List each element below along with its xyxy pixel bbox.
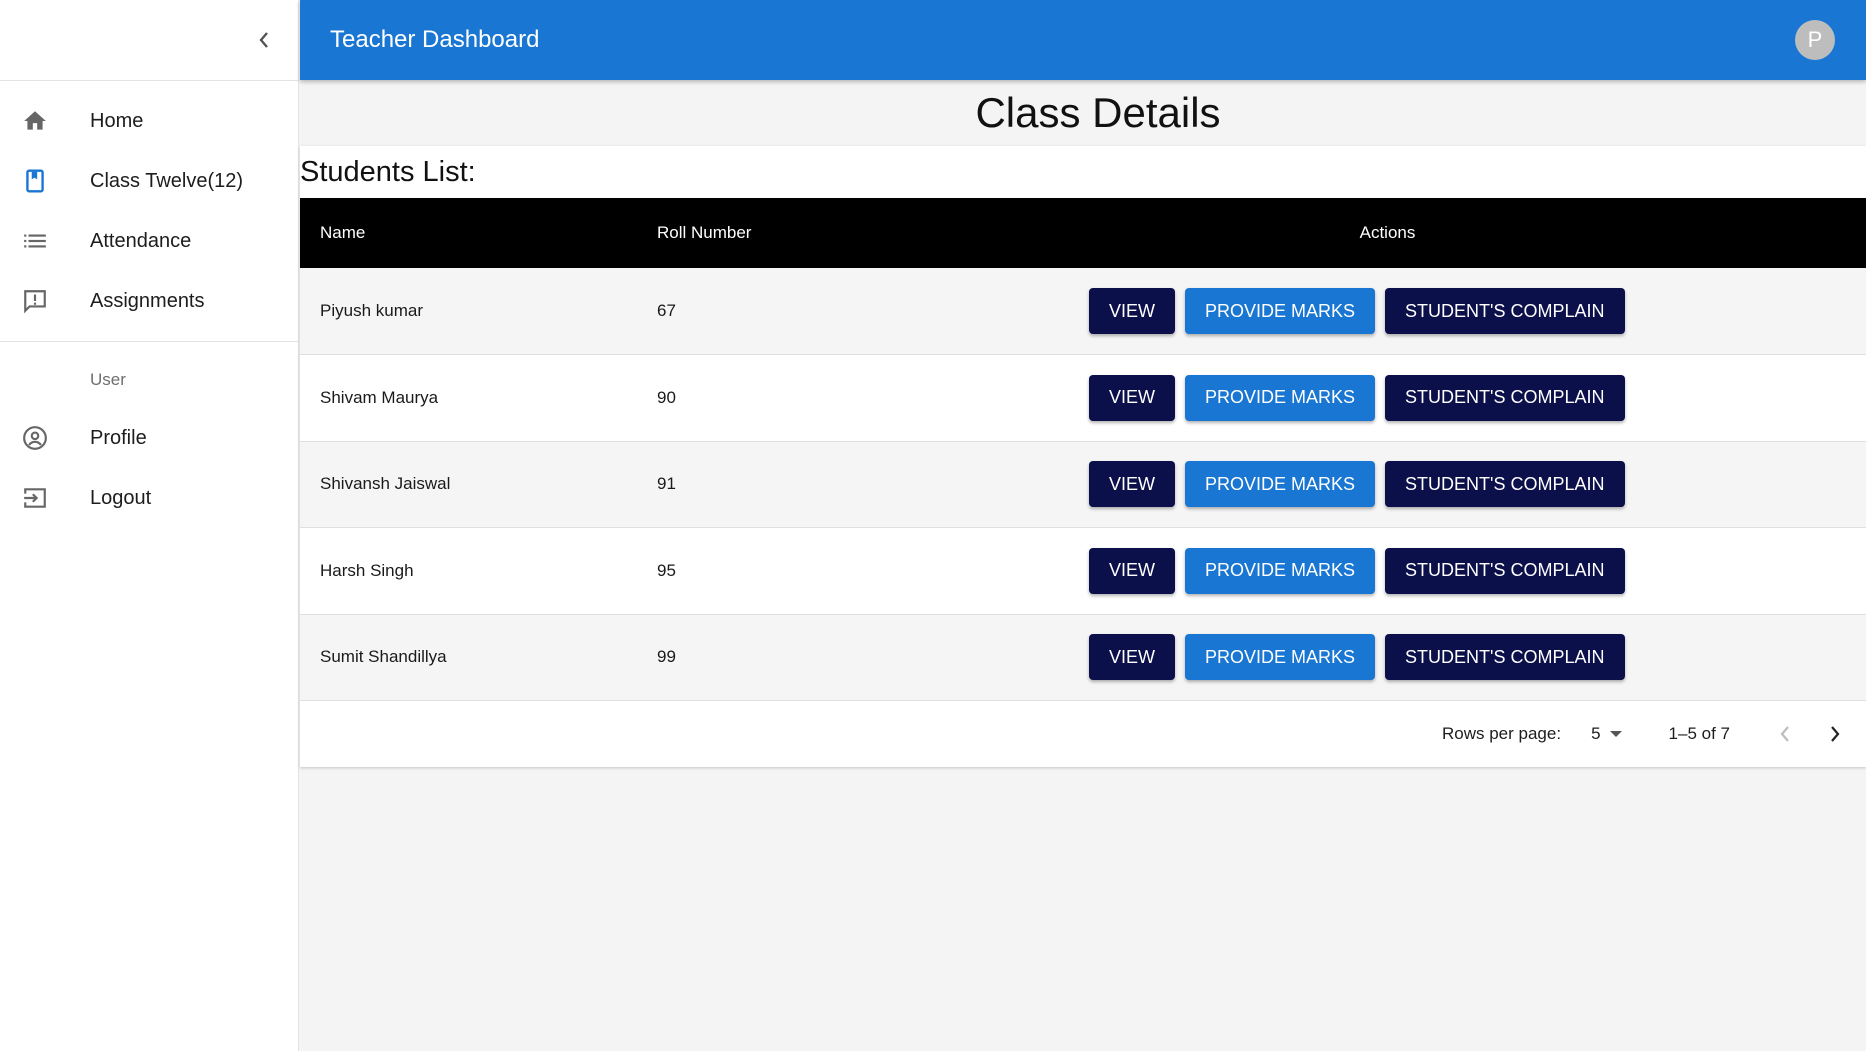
provide-marks-button[interactable]: PROVIDE MARKS	[1185, 547, 1376, 594]
table-row: Sumit Shandillya 99 VIEW PROVIDE MARKS S…	[300, 614, 1866, 701]
student-roll: 90	[657, 387, 676, 407]
chevron-left-icon	[259, 32, 268, 48]
avatar-initial: P	[1807, 27, 1823, 52]
view-button[interactable]: VIEW	[1089, 634, 1176, 681]
student-name: Shivansh Jaiswal	[320, 474, 451, 494]
column-header-name: Name	[320, 223, 366, 242]
row-actions: VIEW PROVIDE MARKS STUDENT'S COMPLAIN	[1089, 614, 1866, 701]
class-icon	[0, 168, 90, 194]
table-row: Shivansh Jaiswal 91 VIEW PROVIDE MARKS S…	[300, 441, 1866, 528]
sidebar-item-label: Home	[90, 109, 144, 132]
sidebar-header	[0, 0, 298, 81]
logout-icon	[0, 485, 90, 511]
chevron-right-icon	[1831, 726, 1840, 742]
rows-per-page-value: 5	[1591, 724, 1601, 743]
app-title: Teacher Dashboard	[330, 26, 540, 53]
main-content: Class Details Students List: Name Roll N…	[300, 80, 1866, 767]
view-button[interactable]: VIEW	[1089, 374, 1176, 421]
row-actions: VIEW PROVIDE MARKS STUDENT'S COMPLAIN	[1089, 441, 1866, 528]
sidebar-item-label: Class Twelve(12)	[90, 169, 244, 192]
student-name: Sumit Shandillya	[320, 647, 447, 667]
main-nav: Home Class Twelve(12) Attendance Assignm…	[0, 91, 298, 331]
sidebar-item-label: Logout	[90, 486, 152, 509]
sidebar-item-logout[interactable]: Logout	[0, 468, 298, 528]
table-pagination: Rows per page: 5 1–5 of 7	[300, 701, 1866, 767]
view-button[interactable]: VIEW	[1089, 547, 1176, 594]
student-roll: 67	[657, 301, 676, 320]
previous-page-button[interactable]	[1768, 717, 1802, 751]
table-row: Piyush kumar 67 VIEW PROVIDE MARKS STUDE…	[300, 268, 1866, 355]
sidebar-item-label: Assignments	[90, 289, 205, 312]
user-section-label: User	[90, 370, 126, 389]
sidebar-item-attendance[interactable]: Attendance	[0, 211, 298, 271]
table-row: Shivam Maurya 90 VIEW PROVIDE MARKS STUD…	[300, 354, 1866, 442]
home-icon	[0, 108, 90, 134]
rows-per-page-select[interactable]: 5	[1591, 724, 1622, 744]
student-name: Piyush kumar	[320, 301, 423, 320]
avatar[interactable]: P	[1795, 20, 1835, 60]
students-complain-button[interactable]: STUDENT'S COMPLAIN	[1385, 374, 1625, 421]
view-button[interactable]: VIEW	[1089, 461, 1176, 508]
user-nav: Profile Logout	[0, 408, 298, 528]
students-list-title: Students List:	[300, 155, 476, 188]
students-table: Name Roll Number Actions Piyush kumar 67…	[300, 198, 1866, 701]
students-complain-button[interactable]: STUDENT'S COMPLAIN	[1385, 634, 1625, 681]
students-complain-button[interactable]: STUDENT'S COMPLAIN	[1385, 547, 1625, 594]
collapse-sidebar-button[interactable]	[250, 26, 278, 54]
feedback-icon	[0, 288, 90, 314]
provide-marks-button[interactable]: PROVIDE MARKS	[1185, 461, 1376, 508]
table-header-row: Name Roll Number Actions	[300, 198, 1866, 268]
student-roll: 99	[657, 647, 676, 667]
next-page-button[interactable]	[1818, 717, 1852, 751]
students-complain-button[interactable]: STUDENT'S COMPLAIN	[1385, 461, 1625, 508]
column-header-actions: Actions	[1359, 223, 1416, 242]
dropdown-arrow-icon	[1609, 731, 1622, 737]
students-complain-button[interactable]: STUDENT'S COMPLAIN	[1385, 288, 1625, 334]
list-icon	[0, 228, 90, 254]
sidebar-item-profile[interactable]: Profile	[0, 408, 298, 468]
sidebar-item-home[interactable]: Home	[0, 91, 298, 151]
provide-marks-button[interactable]: PROVIDE MARKS	[1185, 374, 1376, 421]
sidebar-item-label: Profile	[90, 426, 147, 449]
student-name: Harsh Singh	[320, 560, 414, 580]
students-card: Students List: Name Roll Number Actions …	[300, 146, 1866, 767]
sidebar-item-class[interactable]: Class Twelve(12)	[0, 151, 298, 211]
chevron-left-icon	[1780, 726, 1789, 742]
provide-marks-button[interactable]: PROVIDE MARKS	[1185, 288, 1376, 334]
sidebar-item-assignments[interactable]: Assignments	[0, 271, 298, 331]
page-title: Class Details	[975, 89, 1221, 136]
sidebar: Home Class Twelve(12) Attendance Assignm…	[0, 0, 299, 1051]
column-header-roll: Roll Number	[657, 223, 752, 242]
rows-per-page-label: Rows per page:	[1442, 724, 1562, 743]
provide-marks-button[interactable]: PROVIDE MARKS	[1185, 634, 1376, 681]
student-roll: 95	[657, 560, 676, 580]
table-row: Harsh Singh 95 VIEW PROVIDE MARKS STUDEN…	[300, 527, 1866, 615]
app-bar: Teacher Dashboard P	[300, 0, 1866, 80]
pagination-range: 1–5 of 7	[1668, 724, 1730, 743]
student-name: Shivam Maurya	[320, 387, 439, 407]
row-actions: VIEW PROVIDE MARKS STUDENT'S COMPLAIN	[1089, 355, 1866, 442]
sidebar-item-label: Attendance	[90, 229, 192, 252]
view-button[interactable]: VIEW	[1089, 288, 1176, 334]
row-actions: VIEW PROVIDE MARKS STUDENT'S COMPLAIN	[1089, 268, 1866, 355]
student-roll: 91	[657, 474, 676, 494]
account-circle-icon	[0, 425, 90, 451]
row-actions: VIEW PROVIDE MARKS STUDENT'S COMPLAIN	[1089, 528, 1866, 615]
